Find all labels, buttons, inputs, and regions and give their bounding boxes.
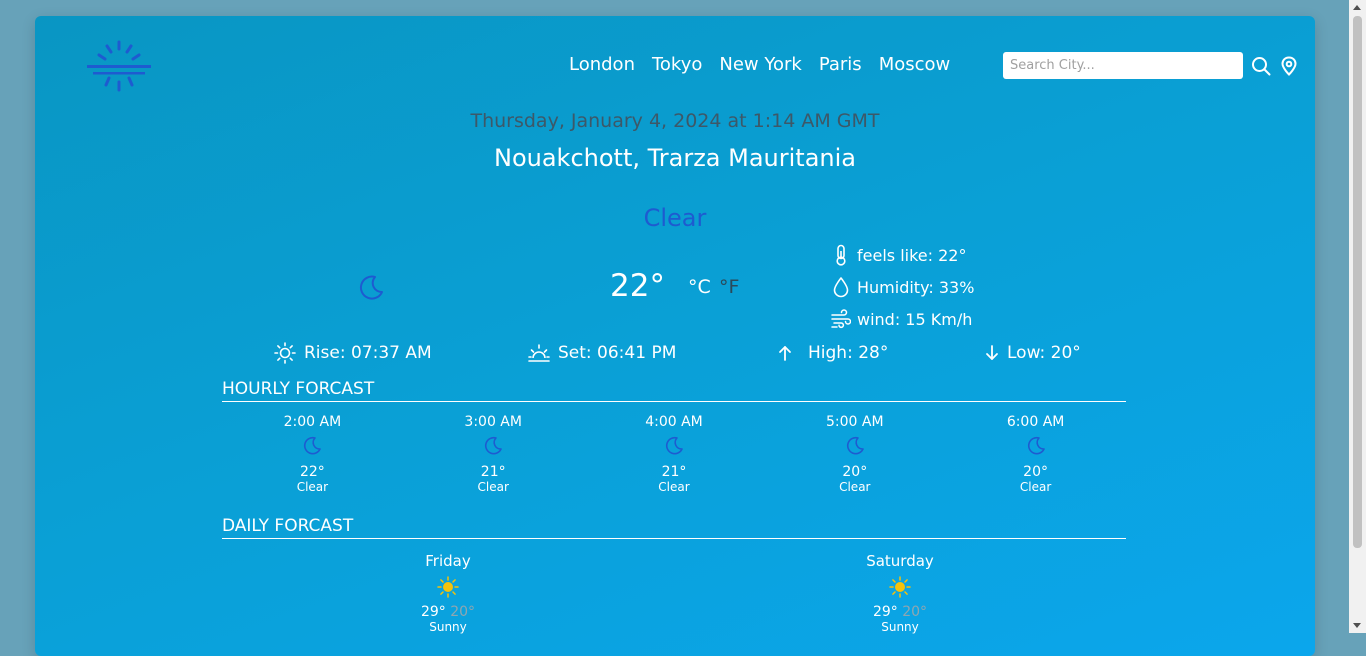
- sunset-stat: Set: 06:41 PM: [528, 342, 676, 364]
- city-nav: London Tokyo New York Paris Moscow: [569, 54, 950, 75]
- hourly-item: 2:00 AM 22° Clear: [222, 414, 403, 494]
- humidity-stat: Humidity: 33%: [831, 276, 974, 298]
- sun-icon: [889, 576, 911, 598]
- date-time: Thursday, January 4, 2024 at 1:14 AM GMT: [470, 110, 880, 132]
- high-text: High: 28°: [808, 343, 889, 363]
- search-input[interactable]: [1003, 52, 1243, 79]
- sunrise-stat: Rise: 07:37 AM: [274, 342, 432, 364]
- location-title: Nouakchott, Trarza Mauritania: [494, 144, 856, 172]
- daily-item: Friday 29° 20° Sunny: [298, 552, 598, 634]
- hourly-temp: 21°: [480, 464, 506, 480]
- search-icon[interactable]: [1251, 56, 1271, 76]
- location-pin-icon[interactable]: [1279, 56, 1299, 76]
- daily-temp-range: 29° 20°: [298, 604, 598, 620]
- daily-condition: Sunny: [881, 620, 919, 634]
- fahrenheit-toggle[interactable]: °F: [719, 276, 739, 298]
- humidity-text: Humidity: 33%: [857, 277, 975, 297]
- droplet-icon: [833, 277, 849, 298]
- logo: [87, 40, 151, 92]
- nav-link-new-york[interactable]: New York: [719, 54, 801, 75]
- scroll-up-arrow[interactable]: [1353, 5, 1361, 10]
- thermometer-icon: [836, 244, 846, 266]
- scrollbar-thumb[interactable]: [1353, 16, 1362, 548]
- sun-icon: [437, 576, 459, 598]
- sunset-text: Set: 06:41 PM: [558, 343, 677, 363]
- hourly-item: 5:00 AM 20° Clear: [764, 414, 945, 494]
- hourly-forecast-title: HOURLY FORCAST: [222, 379, 1126, 402]
- weather-card: London Tokyo New York Paris Moscow Thurs…: [35, 16, 1315, 656]
- moon-icon: [1027, 436, 1045, 455]
- nav-link-tokyo[interactable]: Tokyo: [652, 54, 702, 75]
- hourly-time: 2:00 AM: [283, 414, 342, 430]
- high-stat: High: 28°: [774, 342, 888, 364]
- sun-icon: [274, 342, 296, 364]
- feels-like-stat: feels like: 22°: [831, 244, 966, 266]
- moon-icon: [846, 436, 864, 455]
- moon-icon: [485, 436, 502, 455]
- hourly-temp: 21°: [661, 464, 687, 480]
- hourly-temp: 22°: [299, 464, 325, 480]
- daily-item: Saturday 29° 20° Sunny: [750, 552, 1050, 634]
- daily-forecast-title: DAILY FORCAST: [222, 516, 1126, 539]
- current-temperature: 22°: [610, 268, 665, 304]
- daily-high: 29°: [872, 604, 898, 620]
- nav-link-london[interactable]: London: [569, 54, 635, 75]
- arrow-up-icon: [779, 346, 791, 361]
- low-text: Low: 20°: [1007, 343, 1081, 363]
- hourly-condition: Clear: [477, 480, 509, 494]
- sunrise-text: Rise: 07:37 AM: [304, 343, 432, 363]
- sunset-icon: [528, 344, 550, 362]
- daily-temp-range: 29° 20°: [750, 604, 1050, 620]
- wind-stat: wind: 15 Km/h: [831, 308, 972, 330]
- hourly-time: 5:00 AM: [826, 414, 884, 430]
- page-scrollbar[interactable]: [1349, 0, 1366, 633]
- daily-low: 20°: [450, 604, 476, 620]
- moon-icon: [304, 436, 322, 455]
- moon-icon: [665, 436, 683, 455]
- nav-link-paris[interactable]: Paris: [819, 54, 862, 75]
- celsius-toggle[interactable]: °C: [688, 276, 711, 298]
- hourly-time: 4:00 AM: [645, 414, 703, 430]
- hourly-item: 6:00 AM 20° Clear: [945, 414, 1126, 494]
- hourly-condition: Clear: [658, 480, 690, 494]
- low-stat: Low: 20°: [981, 342, 1081, 364]
- daily-day: Friday: [425, 552, 471, 570]
- daily-high: 29°: [420, 604, 446, 620]
- weather-condition: Clear: [643, 204, 707, 232]
- daily-low: 20°: [902, 604, 928, 620]
- hourly-time: 3:00 AM: [464, 414, 522, 430]
- nav-link-moscow[interactable]: Moscow: [879, 54, 951, 75]
- wind-text: wind: 15 Km/h: [857, 309, 973, 329]
- scroll-down-arrow[interactable]: [1353, 623, 1361, 628]
- hourly-temp: 20°: [1023, 464, 1048, 480]
- hourly-temp: 20°: [842, 464, 868, 480]
- daily-day: Saturday: [866, 552, 934, 570]
- arrow-down-icon: [986, 345, 998, 360]
- hourly-time: 6:00 AM: [1006, 414, 1065, 430]
- hourly-forecast-list: 2:00 AM 22° Clear 3:00 AM 21° Clear 4:00…: [222, 414, 1126, 494]
- moon-icon: [359, 275, 383, 300]
- daily-condition: Sunny: [429, 620, 467, 634]
- wind-icon: [831, 309, 851, 329]
- daily-forecast-list: Friday 29° 20° Sunny Saturday 29° 20° Su…: [222, 552, 1126, 634]
- hourly-condition: Clear: [296, 480, 329, 494]
- hourly-condition: Clear: [839, 480, 871, 494]
- hourly-condition: Clear: [1019, 480, 1052, 494]
- hourly-item: 3:00 AM 21° Clear: [403, 414, 584, 494]
- feels-like-text: feels like: 22°: [857, 245, 967, 265]
- hourly-item: 4:00 AM 21° Clear: [584, 414, 765, 494]
